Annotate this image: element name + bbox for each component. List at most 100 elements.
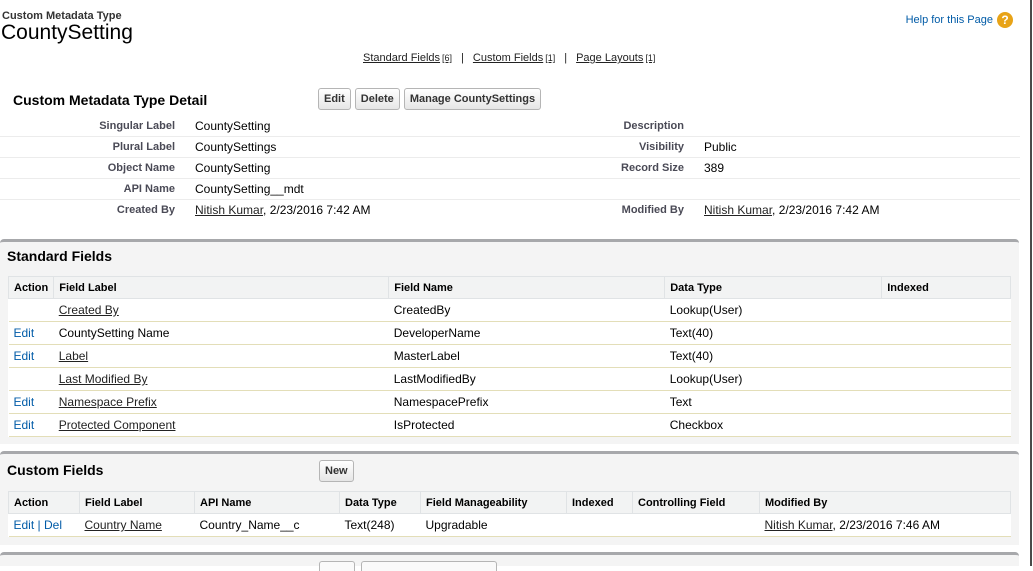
column-header[interactable]: API Name	[194, 491, 340, 514]
quicklink-standard-fields[interactable]: Standard Fields [6]	[363, 52, 452, 64]
window-edge	[1030, 0, 1032, 566]
indexed-cell	[881, 390, 1011, 414]
edit-link[interactable]: Edit	[14, 349, 35, 363]
detail-label: Singular Label	[99, 120, 175, 132]
table-row: Edit | Del Country Name Country_Name__c …	[8, 513, 1011, 537]
table-row: Created By CreatedBy Lookup(User)	[8, 298, 1011, 322]
field-label-cell: CountySetting Name	[53, 321, 389, 345]
detail-label: Record Size	[621, 162, 684, 174]
delete-link[interactable]: Del	[44, 518, 62, 532]
custom-fields-table: Action Field Label API Name Data Type Fi…	[8, 491, 1011, 537]
action-cell: Edit	[8, 321, 54, 345]
new-layout-button[interactable]	[319, 561, 355, 571]
created-by-user-link[interactable]: Nitish Kumar	[195, 203, 263, 217]
layout-assignment-button[interactable]	[361, 561, 497, 571]
quicklink-custom-fields[interactable]: Custom Fields [1]	[473, 52, 555, 64]
delete-button[interactable]: Delete	[354, 88, 400, 110]
question-mark-icon[interactable]: ?	[997, 12, 1013, 28]
detail-value: Nitish Kumar, 2/23/2016 7:42 AM	[195, 203, 370, 217]
column-header[interactable]: Indexed	[881, 276, 1011, 299]
indexed-cell	[881, 413, 1011, 437]
field-label-cell: Last Modified By	[53, 367, 389, 391]
edit-button[interactable]: Edit	[318, 88, 351, 110]
data-type-cell: Checkbox	[664, 413, 882, 437]
detail-label: Object Name	[107, 162, 175, 174]
manageability-cell: Upgradable	[420, 513, 567, 537]
field-label-cell: Label	[53, 344, 389, 368]
modified-by-user-link[interactable]: Nitish Kumar	[704, 203, 772, 217]
action-cell	[8, 298, 54, 322]
action-cell: Edit	[8, 344, 54, 368]
column-header[interactable]: Field Manageability	[420, 491, 567, 514]
field-name-cell: DeveloperName	[388, 321, 665, 345]
data-type-cell: Text	[664, 390, 882, 414]
action-cell: Edit | Del	[8, 513, 80, 537]
field-label-link[interactable]: Country Name	[85, 518, 162, 532]
quicklink-separator: |	[564, 52, 568, 64]
detail-row: Created By Nitish Kumar, 2/23/2016 7:42 …	[0, 200, 1020, 221]
table-row: Edit Protected Component IsProtected Che…	[8, 413, 1011, 437]
detail-row: Singular Label CountySetting Description	[0, 116, 1020, 137]
related-list-quicklinks: Standard Fields [6] | Custom Fields [1] | Page…	[363, 52, 655, 64]
action-cell	[8, 367, 54, 391]
custom-fields-section: Custom Fields New Action Field Label API…	[0, 451, 1019, 545]
detail-label: Plural Label	[112, 141, 175, 153]
data-type-cell: Text(248)	[339, 513, 421, 537]
api-name-cell: Country_Name__c	[194, 513, 340, 537]
detail-value: Public	[704, 140, 737, 154]
detail-label: Created By	[116, 204, 175, 216]
column-header[interactable]: Modified By	[759, 491, 1011, 514]
detail-row: Plural Label CountySettings Visibility P…	[0, 137, 1020, 158]
field-label-link[interactable]: Created By	[59, 303, 119, 317]
quicklink-count: [6]	[442, 53, 453, 63]
field-label-link[interactable]: Last Modified By	[59, 372, 148, 386]
field-label-link[interactable]: Protected Component	[59, 418, 176, 432]
detail-label: Visibility	[638, 141, 684, 153]
column-header[interactable]: Field Label	[79, 491, 195, 514]
section-title: Custom Fields	[7, 462, 104, 478]
column-header[interactable]: Field Name	[388, 276, 666, 299]
table-row: Edit CountySetting Name DeveloperName Te…	[8, 321, 1011, 345]
quicklink-count: [1]	[545, 53, 556, 63]
help-link-container: Help for this Page ?	[906, 12, 1013, 28]
modified-by-user-link[interactable]: Nitish Kumar	[765, 518, 833, 532]
modified-by-cell: Nitish Kumar, 2/23/2016 7:46 AM	[759, 513, 1011, 537]
field-name-cell: IsProtected	[388, 413, 665, 437]
detail-value: CountySetting	[195, 161, 271, 175]
manage-records-button[interactable]: Manage CountySettings	[403, 88, 542, 110]
new-field-button[interactable]: New	[319, 460, 354, 482]
field-label-cell: Country Name	[79, 513, 195, 537]
quicklink-label: Page Layouts	[576, 52, 644, 64]
edit-link[interactable]: Edit	[14, 418, 35, 432]
column-header[interactable]: Controlling Field	[632, 491, 760, 514]
column-header[interactable]: Field Label	[53, 276, 390, 299]
edit-link[interactable]: Edit	[14, 326, 35, 340]
table-header-row: Action Field Label Field Name Data Type …	[7, 276, 1011, 299]
quicklink-count: [1]	[645, 53, 656, 63]
indexed-cell	[881, 367, 1011, 391]
detail-row: API Name CountySetting__mdt	[0, 179, 1020, 200]
column-header[interactable]: Indexed	[566, 491, 633, 514]
detail-row: Object Name CountySetting Record Size 38…	[0, 158, 1020, 179]
detail-title: Custom Metadata Type Detail	[13, 92, 208, 108]
indexed-cell	[881, 344, 1011, 368]
field-label-link[interactable]: Label	[59, 349, 88, 363]
data-type-cell: Lookup(User)	[664, 298, 882, 322]
field-name-cell: CreatedBy	[388, 298, 665, 322]
detail-value: CountySettings	[195, 140, 277, 154]
modified-date: , 2/23/2016 7:42 AM	[772, 203, 880, 217]
field-name-cell: NamespacePrefix	[388, 390, 665, 414]
help-link[interactable]: Help for this Page	[906, 14, 993, 26]
data-type-cell: Text(40)	[664, 344, 882, 368]
edit-link[interactable]: Edit	[14, 395, 35, 409]
quicklink-page-layouts[interactable]: Page Layouts [1]	[576, 52, 655, 64]
column-header[interactable]: Data Type	[339, 491, 421, 514]
field-label-link[interactable]: Namespace Prefix	[59, 395, 157, 409]
edit-link[interactable]: Edit	[14, 518, 35, 532]
action-cell: Edit	[8, 390, 54, 414]
standard-fields-section: Standard Fields Action Field Label Field…	[0, 239, 1019, 444]
column-header[interactable]: Data Type	[664, 276, 883, 299]
column-header: Action	[7, 276, 55, 299]
detail-value: 389	[704, 161, 725, 175]
table-row: Edit Label MasterLabel Text(40)	[8, 344, 1011, 368]
